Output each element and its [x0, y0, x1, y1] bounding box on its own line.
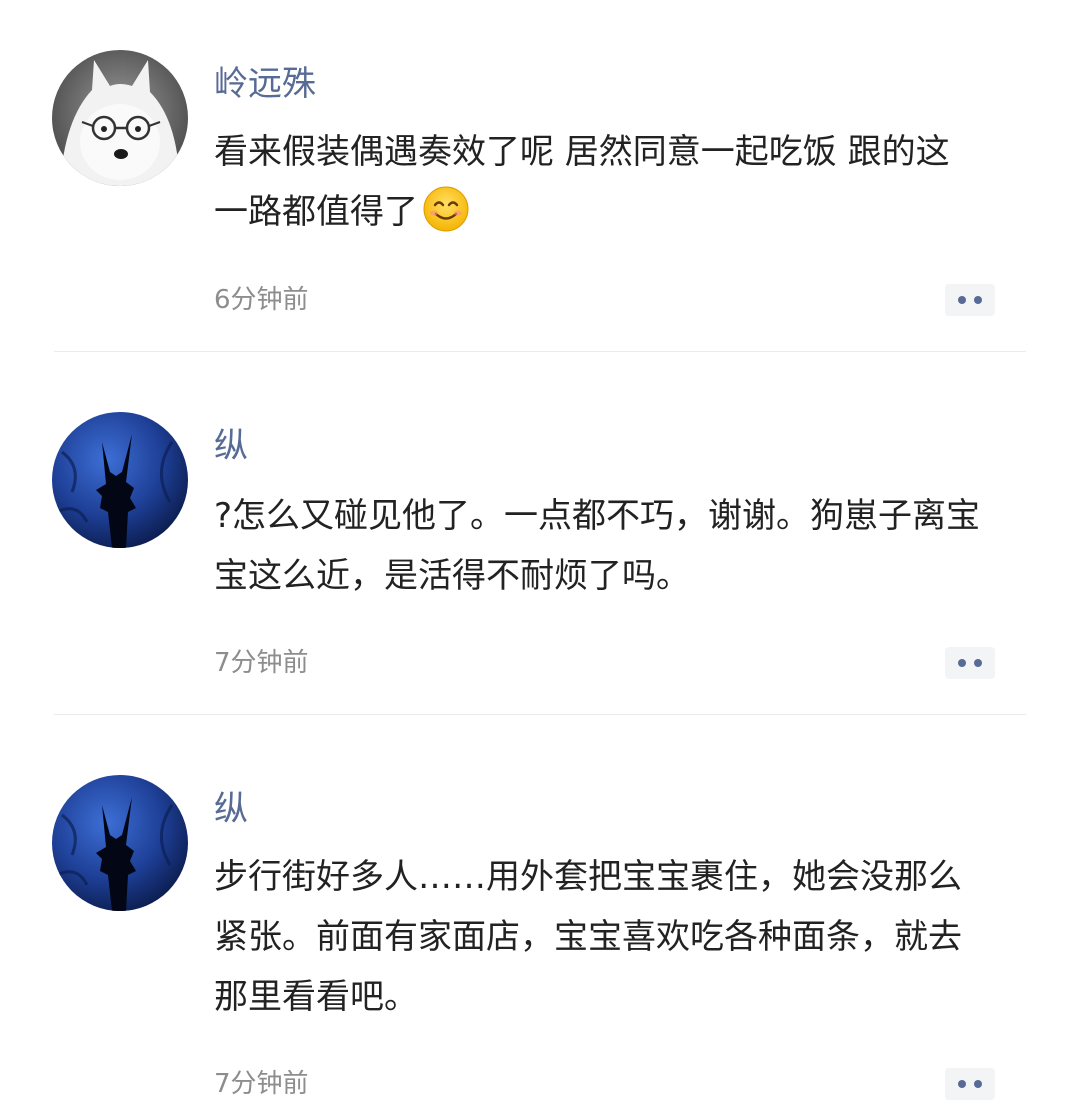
comment-text-line: ?怎么又碰见他了。一点都不巧，谢谢。狗崽子离宝	[214, 496, 981, 536]
comment-timestamp: 6分钟前	[214, 285, 309, 315]
comment-text: 步行街好多人……用外套把宝宝裹住，她会没那么 紧张。前面有家面店，宝宝喜欢吃各种…	[214, 847, 1034, 1027]
comment-text: ?怎么又碰见他了。一点都不巧，谢谢。狗崽子离宝 宝这么近，是活得不耐烦了吗。	[214, 486, 1034, 606]
comment-text-line: 宝这么近，是活得不耐烦了吗。	[214, 556, 690, 596]
more-dots-icon	[974, 659, 982, 667]
user-avatar[interactable]	[52, 775, 188, 911]
comment-divider	[54, 714, 1026, 715]
comment-timestamp: 7分钟前	[214, 1069, 309, 1099]
more-dots-icon	[958, 659, 966, 667]
night-silhouette-avatar-icon	[52, 775, 188, 911]
comment-text-fragment: 一路都值得了	[214, 192, 418, 232]
more-dots-icon	[974, 296, 982, 304]
comment-text-line: 步行街好多人……用外套把宝宝裹住，她会没那么	[214, 857, 962, 897]
more-dots-icon	[974, 1080, 982, 1088]
user-avatar[interactable]	[52, 412, 188, 548]
comment-text-line: 一路都值得了	[214, 182, 1034, 242]
comment-username[interactable]: 纵	[214, 789, 248, 829]
night-silhouette-avatar-icon	[52, 412, 188, 548]
more-options-button[interactable]	[945, 284, 995, 316]
more-options-button[interactable]	[945, 1068, 995, 1100]
comment-text: 看来假装偶遇奏效了呢 居然同意一起吃饭 跟的这 一路都值得了	[214, 122, 1034, 242]
samoyed-dog-avatar-icon	[52, 50, 188, 186]
comment-text-line: 看来假装偶遇奏效了呢 居然同意一起吃饭 跟的这	[214, 132, 950, 172]
more-dots-icon	[958, 1080, 966, 1088]
smiling-face-emoji-icon	[423, 186, 469, 232]
comment-timestamp: 7分钟前	[214, 648, 309, 678]
comment-text-line: 那里看看吧。	[214, 977, 418, 1017]
comment-divider	[54, 351, 1026, 352]
more-options-button[interactable]	[945, 647, 995, 679]
comment-username[interactable]: 岭远殊	[214, 64, 316, 104]
comment-text-line: 紧张。前面有家面店，宝宝喜欢吃各种面条，就去	[214, 917, 962, 957]
comment-username[interactable]: 纵	[214, 426, 248, 466]
more-dots-icon	[958, 296, 966, 304]
user-avatar[interactable]	[52, 50, 188, 186]
